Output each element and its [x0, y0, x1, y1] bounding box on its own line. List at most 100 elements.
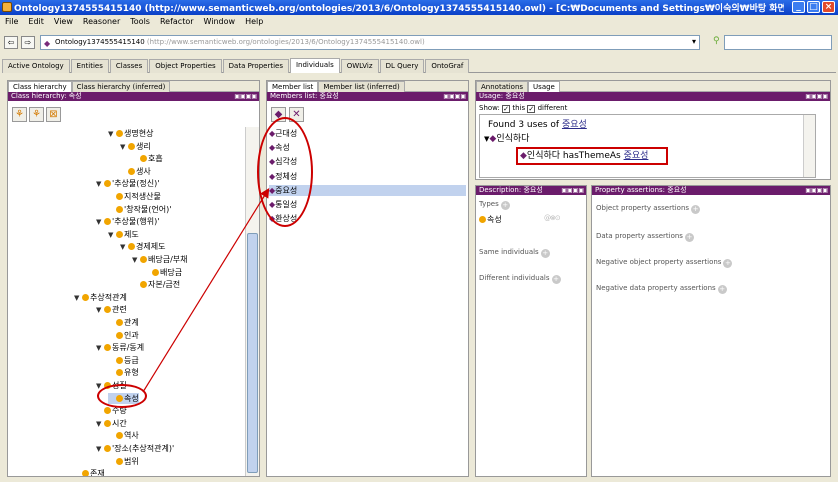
- add-negative-object-property-icon[interactable]: +: [723, 259, 733, 268]
- add-subclass-icon[interactable]: ⚘: [12, 107, 27, 122]
- expand-icon[interactable]: ▼: [74, 294, 82, 302]
- tab-class-hierarchy[interactable]: Class hierarchy: [8, 81, 72, 92]
- expand-icon[interactable]: ▼: [96, 306, 104, 314]
- add-same-individual-icon[interactable]: +: [540, 249, 550, 258]
- tab-member-list[interactable]: Member list: [267, 81, 319, 92]
- expand-icon[interactable]: ▼: [96, 445, 104, 453]
- tab-entities[interactable]: Entities: [70, 59, 109, 73]
- menu-window[interactable]: Window: [199, 16, 241, 27]
- expand-icon[interactable]: ▼: [108, 231, 116, 239]
- tab-object-properties[interactable]: Object Properties: [149, 59, 222, 73]
- chevron-down-icon[interactable]: ▾: [692, 37, 696, 46]
- types-label: Types +: [479, 200, 510, 210]
- view-buttons[interactable]: ▣▣▣▣: [561, 186, 584, 195]
- class-tree-item[interactable]: ▼ 시간: [96, 418, 127, 429]
- menu-help[interactable]: Help: [240, 16, 268, 27]
- same-individuals-label: Same individuals +: [479, 248, 550, 258]
- class-tree-item[interactable]: 역사: [108, 430, 139, 441]
- menu-refactor[interactable]: Refactor: [155, 16, 199, 27]
- class-tree-item[interactable]: ▼ 생리: [120, 141, 151, 152]
- expand-icon[interactable]: ▼: [96, 420, 104, 428]
- tab-usage[interactable]: Usage: [528, 81, 560, 92]
- usage-tree-parent[interactable]: ▼◆인식하다: [484, 131, 529, 144]
- class-label: 지적생산물: [124, 192, 161, 201]
- class-icon: [140, 281, 147, 289]
- usage-show-options: Show: ✓ this ✓ different: [479, 104, 567, 113]
- class-tree-item[interactable]: ▼ 제도: [108, 229, 139, 240]
- view-buttons[interactable]: ▣▣▣▣: [805, 92, 828, 101]
- menu-tools[interactable]: Tools: [125, 16, 155, 27]
- class-tree-item[interactable]: 자본/금전: [132, 279, 180, 290]
- class-tree-item[interactable]: 인과: [108, 330, 139, 341]
- close-button[interactable]: ×: [822, 1, 835, 13]
- class-tree-item[interactable]: 범위: [108, 456, 139, 467]
- this-checkbox[interactable]: ✓: [502, 105, 511, 113]
- class-tree-item[interactable]: ▼ '추상물(정신)': [96, 178, 159, 189]
- class-tree-item[interactable]: ▼ 동류/동계: [96, 342, 144, 353]
- tab-member-list-inferred[interactable]: Member list (inferred): [318, 81, 405, 92]
- expand-icon[interactable]: ▼: [96, 218, 104, 226]
- class-hierarchy-panel: Class hierarchy Class hierarchy (inferred…: [7, 80, 260, 477]
- class-tree-item[interactable]: 생사: [120, 166, 151, 177]
- class-tree-item[interactable]: ▼ 생명현상: [108, 128, 153, 139]
- tab-owlviz[interactable]: OWLViz: [340, 59, 379, 73]
- class-tree-item[interactable]: 호흡: [132, 153, 163, 164]
- expand-icon[interactable]: ▼: [120, 143, 128, 151]
- class-tree-item[interactable]: ▼ 경제제도: [120, 241, 165, 252]
- class-tree-scroll-thumb[interactable]: [247, 233, 258, 473]
- class-tree-item[interactable]: '창작물(언어)': [108, 204, 171, 215]
- expand-icon[interactable]: ▼: [132, 256, 140, 264]
- tab-individuals[interactable]: Individuals: [289, 58, 340, 73]
- view-buttons[interactable]: ▣▣▣▣: [805, 186, 828, 195]
- class-tree-item[interactable]: 존재: [74, 468, 105, 476]
- menu-edit[interactable]: Edit: [23, 16, 49, 27]
- object-property-assertions-label: Object property assertions +: [596, 204, 701, 214]
- maximize-button[interactable]: □: [807, 1, 820, 13]
- menu-view[interactable]: View: [49, 16, 78, 27]
- class-tree-item[interactable]: 관계: [108, 317, 139, 328]
- forward-button[interactable]: ⇨: [21, 36, 35, 49]
- class-tree-item[interactable]: ▼ '추상물(행위)': [96, 216, 159, 227]
- usage-tree: Found 3 uses of 중요성 ▼◆인식하다 ◆인식하다 hasThem…: [479, 114, 816, 178]
- negative-object-property-assertions-text: Negative object property assertions: [596, 258, 722, 266]
- found-target-link[interactable]: 중요성: [562, 120, 587, 130]
- class-tree-item[interactable]: 배당금: [144, 267, 182, 278]
- expand-icon[interactable]: ▼: [96, 344, 104, 352]
- tab-annotations[interactable]: Annotations: [476, 81, 529, 92]
- menu-file[interactable]: File: [0, 16, 23, 27]
- add-negative-data-property-icon[interactable]: +: [717, 285, 727, 294]
- class-tree-item[interactable]: 지적생산물: [108, 191, 161, 202]
- add-type-icon[interactable]: +: [500, 201, 510, 210]
- type-row-buttons[interactable]: @⊗⊙: [544, 214, 561, 222]
- tab-classes[interactable]: Classes: [109, 59, 149, 73]
- minimize-button[interactable]: _: [792, 1, 805, 13]
- expand-icon[interactable]: ▼: [108, 130, 116, 138]
- back-button[interactable]: ⇦: [4, 36, 18, 49]
- tab-dl-query[interactable]: DL Query: [379, 59, 425, 73]
- add-object-property-icon[interactable]: +: [691, 205, 701, 214]
- expand-icon[interactable]: ▼: [120, 243, 128, 251]
- delete-class-icon[interactable]: ⊠: [46, 107, 61, 122]
- class-tree-item[interactable]: 유형: [108, 367, 139, 378]
- usage-scrollbar[interactable]: [803, 115, 815, 177]
- class-tree-item[interactable]: 등급: [108, 355, 139, 366]
- add-sibling-icon[interactable]: ⚘: [29, 107, 44, 122]
- class-tree-item[interactable]: ▼ '장소(추상적관계)': [96, 443, 174, 454]
- tab-class-hierarchy-inferred[interactable]: Class hierarchy (inferred): [71, 81, 171, 92]
- tab-ontograf[interactable]: OntoGraf: [425, 59, 470, 73]
- different-checkbox[interactable]: ✓: [527, 105, 536, 113]
- add-data-property-icon[interactable]: +: [684, 233, 694, 242]
- class-tree-item[interactable]: ▼ 추상적관계: [74, 292, 127, 303]
- expand-icon[interactable]: ▼: [96, 180, 104, 188]
- ontology-address-field[interactable]: ◆ Ontology1374555415140 (http://www.sema…: [40, 35, 700, 50]
- class-tree-item[interactable]: ▼ 배당금/부채: [132, 254, 188, 265]
- tab-data-properties[interactable]: Data Properties: [222, 59, 289, 73]
- class-icon: [116, 319, 123, 326]
- search-input[interactable]: [724, 35, 832, 50]
- view-buttons[interactable]: ▣▣▣▣: [443, 92, 466, 101]
- view-buttons[interactable]: ▣▣▣▣: [234, 92, 257, 101]
- class-tree-item[interactable]: ▼ 관련: [96, 304, 127, 315]
- menu-reasoner[interactable]: Reasoner: [78, 16, 125, 27]
- tab-active-ontology[interactable]: Active Ontology: [2, 59, 70, 73]
- add-different-individual-icon[interactable]: +: [551, 275, 561, 284]
